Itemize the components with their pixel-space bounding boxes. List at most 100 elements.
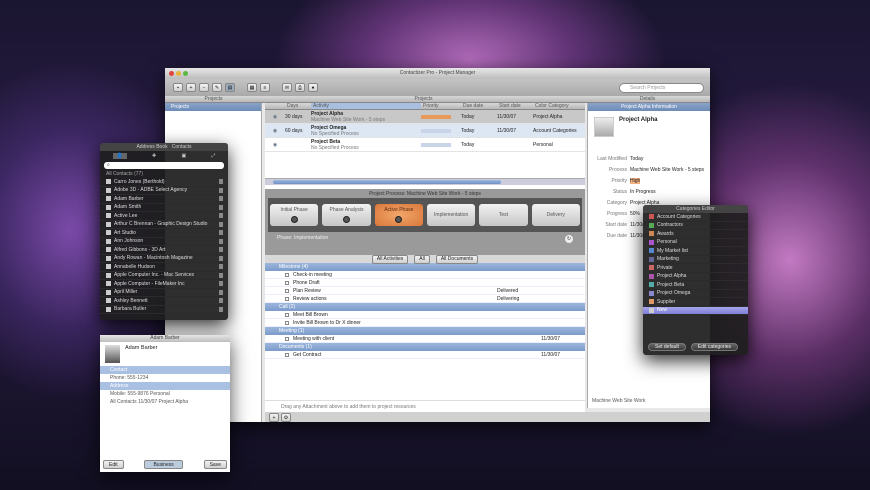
category-item[interactable]: My Market list [643,247,748,256]
contact-list-item[interactable]: Annabelle Hudson [100,263,228,272]
process-step[interactable]: Test [479,204,528,226]
table-header-5[interactable]: Start date [497,103,533,109]
contact-list-item[interactable]: Adam Barber [100,195,228,204]
activity-item[interactable]: Plan Review Delivered [265,287,585,295]
add-activity-button[interactable]: + [269,413,279,422]
field-value[interactable]: In Progress [630,189,656,195]
view-icon[interactable]: ▤ [225,83,235,92]
process-step[interactable]: Phase Analysis [322,204,371,226]
category-item[interactable]: Private [643,264,748,273]
process-step[interactable]: Active Phase [374,204,423,226]
minimize-button[interactable] [176,71,181,76]
info-icon[interactable]: ● [308,83,318,92]
contact-detail-row[interactable]: Mobile: 555-9876 Personal [100,390,230,398]
filter-documents[interactable]: All Documents [435,254,479,264]
contact-detail-row[interactable]: Contact [100,366,230,374]
activity-group-header[interactable]: Meeting (1) [265,327,585,335]
set-default-button[interactable]: Set default [648,343,686,351]
category-item[interactable]: Contractors [643,222,748,230]
list-icon[interactable]: ≡ [260,83,270,92]
table-header-0[interactable] [265,103,285,109]
checkbox-icon[interactable] [285,288,289,293]
contact-list-item[interactable]: Arthur C Brennan - Graphic Design Studio [100,221,228,229]
contact-list-item[interactable]: Andy Rowan - Macintosh Magazine [100,255,228,263]
close-button[interactable] [169,71,174,76]
category-item[interactable]: Account Categories [643,213,748,222]
contact-list-item[interactable]: Barbara Butler [100,306,228,314]
category-item[interactable]: New [643,306,748,315]
table-header-3[interactable]: Priority [421,103,461,109]
contact-list-item[interactable]: Adobe 3D - ADBE Select Agency [100,187,228,195]
activity-group-header[interactable]: Milestone (4) [265,263,585,271]
edit-icon[interactable]: ✎ [212,83,222,92]
category-item[interactable]: Marketing [643,256,748,264]
print-icon[interactable]: ⎙ [295,83,305,92]
checkbox-icon[interactable] [285,272,289,277]
edit-categories-button[interactable]: Edit categories [690,343,738,351]
checkbox-icon[interactable] [285,280,289,285]
people-tab-icon[interactable]: 👤 [112,152,127,159]
category-item[interactable]: Awards [643,230,748,239]
field-value[interactable]: 50% [630,211,640,217]
contact-list-item[interactable]: Apple Computer Inc. - Mac Services [100,272,228,280]
horizontal-scrollbar[interactable] [265,178,585,185]
activity-item[interactable]: Invite Bill Brown to Dr X dinner [265,319,585,327]
table-header-2[interactable]: Activity [311,103,421,109]
activity-item[interactable]: Get Contract 11/30/07 [265,351,585,359]
contact-list-item[interactable]: Ann Johnson [100,238,228,246]
contact-list-item[interactable]: Art Studio [100,229,228,238]
table-header-6[interactable]: Color Category [533,103,585,109]
category-item[interactable]: Personal [643,239,748,247]
activity-item[interactable]: Check-in meeting [265,271,585,279]
table-header-1[interactable]: Days [285,103,311,109]
zoom-button[interactable] [183,71,188,76]
edit-button[interactable]: Edit [103,460,124,469]
contact-detail-row[interactable]: Phone: 555-1234 [100,374,230,382]
activity-group-header[interactable]: Documents (1) [265,343,585,351]
checkbox-icon[interactable] [285,296,289,301]
action-button[interactable]: ⚙ [281,413,291,422]
contact-list-item[interactable]: Active Lee [100,212,228,221]
contact-list-item[interactable]: Carro Jones (Berthold) [100,178,228,187]
contact-list-item[interactable]: Ashley Bennett [100,297,228,306]
mail-icon[interactable]: ✉ [282,83,292,92]
contact-list-item[interactable]: Apple Computer - FileMaker Inc [100,280,228,289]
business-button[interactable]: Business [144,460,183,469]
process-step[interactable]: Delivery [531,204,580,226]
activity-item[interactable]: Phone Draft [265,279,585,287]
category-item[interactable]: Project Omega [643,290,748,298]
contact-list-item[interactable]: April Miller [100,289,228,297]
checkbox-icon[interactable] [285,320,289,325]
checkbox-icon[interactable] [285,312,289,317]
activity-item[interactable]: Meet Bill Brown [265,311,585,319]
field-value[interactable]: Today [630,156,643,162]
field-value[interactable]: High [630,177,641,184]
process-step[interactable]: Initial Phase [270,204,319,226]
category-item[interactable]: Project Alpha [643,273,748,281]
search-input[interactable]: Search Projects [619,83,704,93]
project-row[interactable]: ◉ Project Beta No Specified Process Today Pe… [265,138,585,152]
refresh-icon[interactable]: ↻ [565,235,573,243]
checkbox-icon[interactable] [285,336,289,341]
category-item[interactable]: Supplier [643,298,748,307]
calendar-icon[interactable]: ▦ [247,83,257,92]
contact-detail-row[interactable]: All Contacts 11/30/07 Project Alpha [100,398,230,406]
table-header-4[interactable]: Due date [461,103,497,109]
contact-list-item[interactable]: Adam Smith [100,204,228,212]
contact-detail-row[interactable]: Address [100,382,230,390]
card-icon[interactable]: ▣ [181,153,186,159]
add-contact-icon[interactable]: ✚ [152,153,156,159]
filter-activities[interactable]: All Activities [371,254,409,264]
activity-item[interactable]: Review actions Delivering [265,295,585,303]
contact-list-item[interactable]: Alfred Gibbons - 3D Art [100,246,228,255]
sidebar-projects-item[interactable]: Projects [165,103,261,111]
activity-item[interactable]: Meeting with client 11/30/07 [265,335,585,343]
contact-search-input[interactable]: ⌕ [104,162,224,169]
remove-icon[interactable]: − [199,83,209,92]
process-step[interactable]: Implementation [426,204,476,226]
new-project-icon[interactable]: ▪ [173,83,183,92]
save-button[interactable]: Save [203,460,227,469]
activity-group-header[interactable]: Call (2) [265,303,585,311]
field-value[interactable]: Machine Web Site Work - 5 steps [630,167,704,173]
category-item[interactable]: Project Beta [643,281,748,290]
